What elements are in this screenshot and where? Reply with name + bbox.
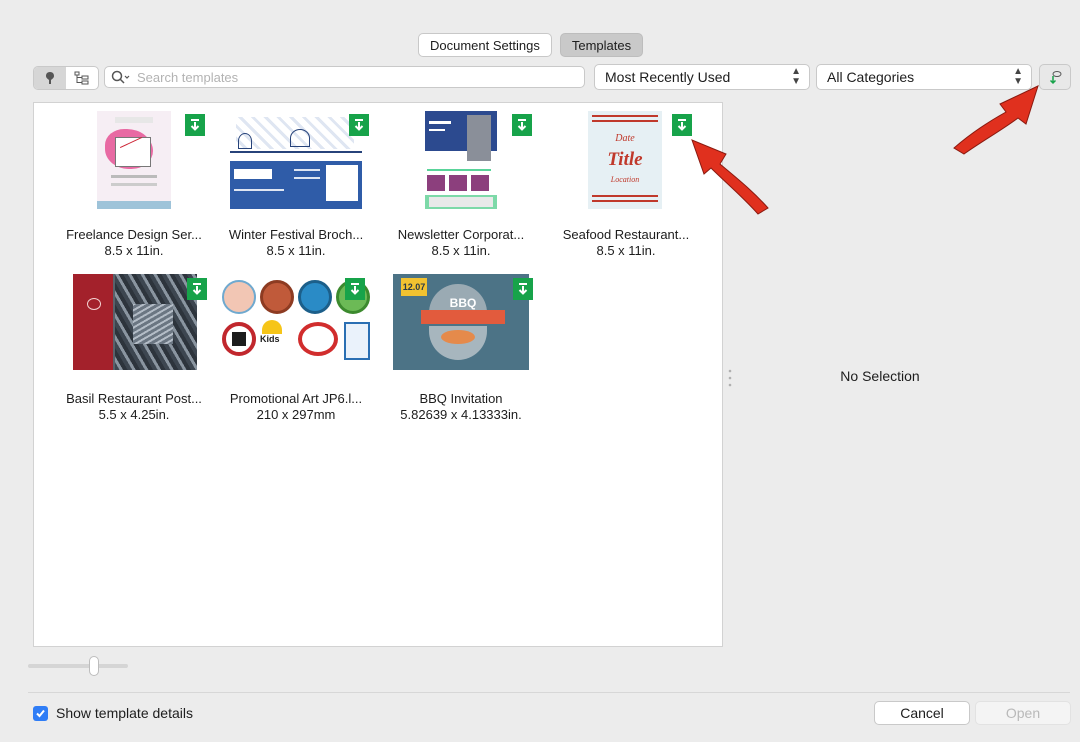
template-thumbnail[interactable]: Date Title Location	[588, 111, 662, 209]
tab-templates[interactable]: Templates	[559, 33, 644, 57]
thumbnail-text: BBQ	[449, 296, 477, 310]
thumbnail-text: 12.07	[401, 278, 427, 296]
cloud-download-icon	[1049, 71, 1062, 85]
download-icon[interactable]	[187, 278, 207, 300]
template-thumbnail[interactable]	[230, 111, 362, 209]
template-size: 210 x 297mm	[256, 407, 336, 422]
updown-chevron-icon: ▲ ▼	[791, 66, 801, 87]
thumbnail-text: Date	[615, 133, 635, 144]
pin-icon	[46, 72, 54, 84]
footer-divider	[28, 692, 1070, 693]
cancel-button[interactable]: Cancel	[874, 701, 970, 725]
download-icon[interactable]	[512, 114, 532, 136]
thumbnail-text: Kids	[260, 334, 280, 344]
template-size: 5.82639 x 4.13333in.	[400, 407, 522, 422]
view-mode-group	[33, 66, 99, 90]
split-view-handle[interactable]	[728, 368, 732, 388]
show-details-checkbox[interactable]	[33, 706, 48, 721]
download-icon[interactable]	[513, 278, 533, 300]
template-name: Promotional Art JP6.l...	[229, 391, 363, 406]
template-thumbnail[interactable]: 12.07 BBQ	[393, 274, 529, 370]
template-size: 8.5 x 11in.	[596, 243, 656, 258]
download-icon[interactable]	[345, 278, 365, 300]
template-name: Freelance Design Ser...	[66, 227, 202, 242]
open-button[interactable]: Open	[975, 701, 1071, 725]
thumbnail-text: Title	[607, 149, 643, 170]
tree-icon	[74, 71, 89, 85]
details-empty-state: No Selection	[840, 368, 920, 384]
category-popup-value: All Categories	[827, 69, 915, 85]
tree-view-button[interactable]	[66, 67, 98, 89]
template-name: BBQ Invitation	[419, 391, 503, 406]
thumbnail-text: Location	[610, 175, 640, 184]
template-size: 8.5 x 11in.	[266, 243, 326, 258]
show-details-label[interactable]: Show template details	[56, 705, 193, 721]
checkmark-icon	[36, 709, 45, 718]
template-name: Newsletter Corporat...	[397, 227, 525, 242]
template-size: 8.5 x 11in.	[104, 243, 164, 258]
download-icon[interactable]	[185, 114, 205, 136]
mode-segmented-control: Document Settings Templates	[418, 33, 644, 57]
template-grid: Freelance Design Ser... 8.5 x 11in. Wint…	[33, 102, 723, 647]
sort-popup-value: Most Recently Used	[605, 69, 731, 85]
annotation-arrow-icon	[953, 85, 1039, 155]
template-thumbnail[interactable]	[425, 111, 497, 209]
slider-knob[interactable]	[89, 656, 99, 676]
search-input[interactable]	[135, 68, 559, 86]
template-thumbnail[interactable]	[97, 111, 171, 209]
search-field[interactable]	[104, 66, 585, 88]
tab-document-settings[interactable]: Document Settings	[418, 33, 552, 57]
annotation-arrow-icon	[691, 139, 769, 215]
template-name: Basil Restaurant Post...	[66, 391, 202, 406]
template-size: 8.5 x 11in.	[431, 243, 491, 258]
grid-view-button[interactable]	[34, 67, 66, 89]
thumbnail-size-slider[interactable]	[28, 664, 128, 668]
download-icon[interactable]	[349, 114, 369, 136]
template-name: Seafood Restaurant...	[562, 227, 690, 242]
template-name: Winter Festival Broch...	[228, 227, 364, 242]
search-icon	[111, 70, 130, 84]
template-size: 5.5 x 4.25in.	[98, 407, 170, 422]
template-thumbnail[interactable]	[73, 274, 197, 370]
sort-popup[interactable]: Most Recently Used ▲ ▼	[594, 64, 810, 90]
